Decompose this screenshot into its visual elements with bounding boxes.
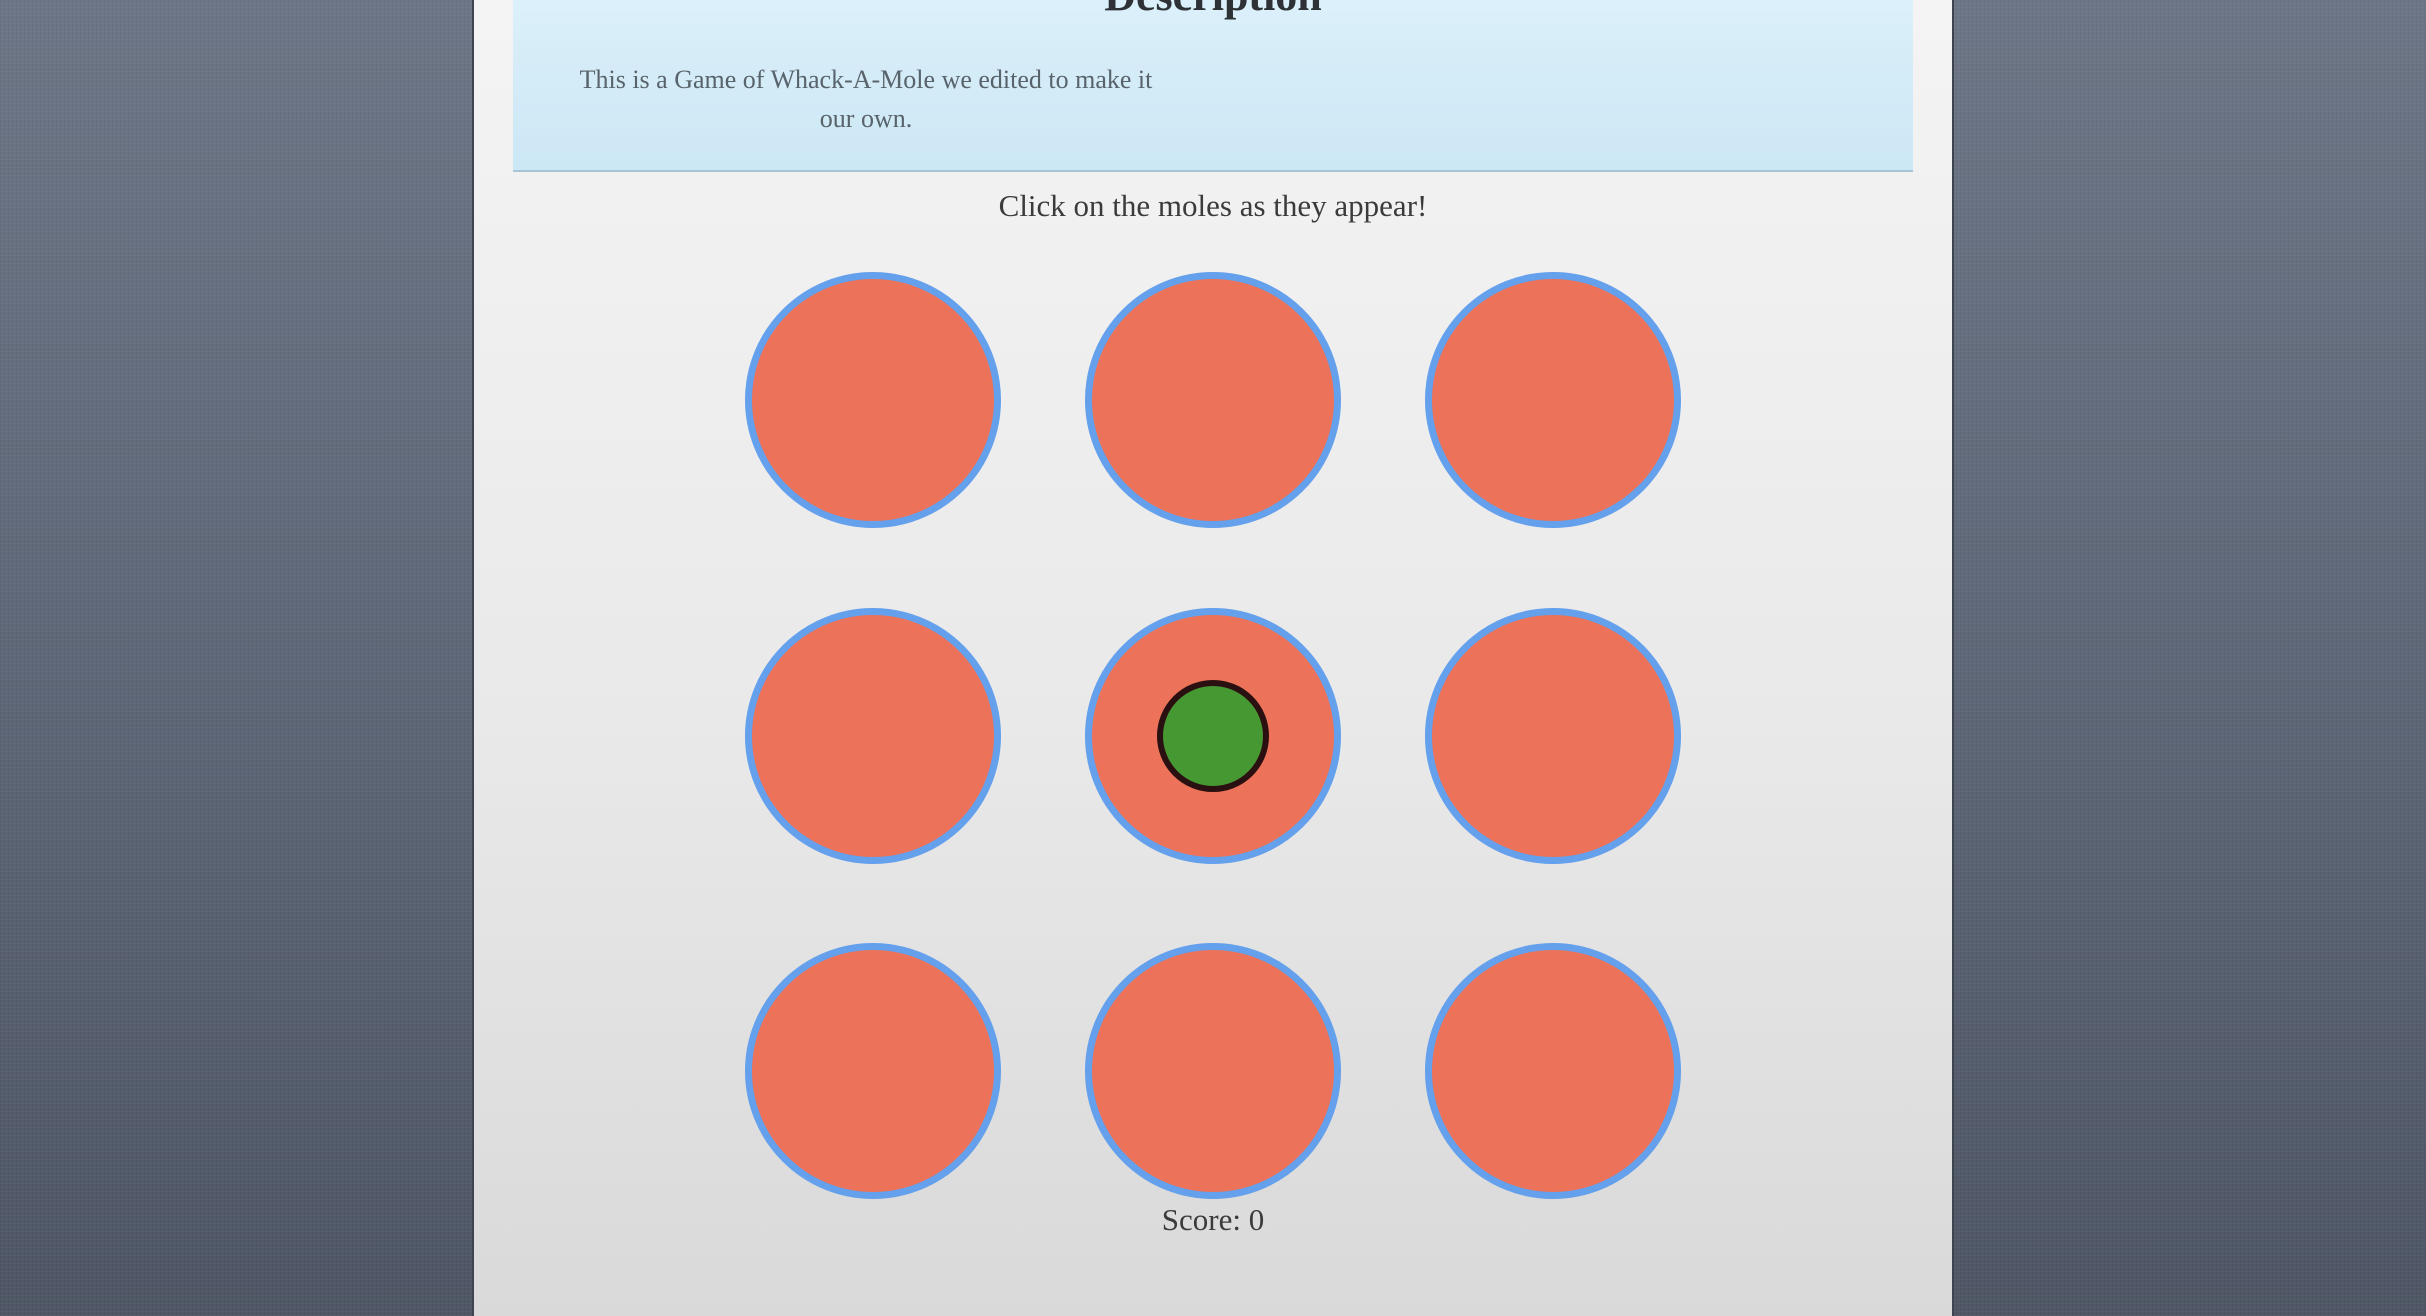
hole-7[interactable] bbox=[745, 943, 1001, 1199]
hole-5[interactable] bbox=[1085, 608, 1341, 864]
game-instructions: Click on the moles as they appear! bbox=[998, 188, 1428, 223]
description-panel: Description This is a Game of Whack-A-Mo… bbox=[513, 0, 1913, 172]
description-text: This is a Game of Whack-A-Mole we edited… bbox=[579, 65, 1153, 133]
hole-6[interactable] bbox=[1425, 608, 1681, 864]
hole-9[interactable] bbox=[1425, 943, 1681, 1199]
score-display: Score: 0 bbox=[1161, 1202, 1265, 1237]
hole-8[interactable] bbox=[1085, 943, 1341, 1199]
game-page: Description This is a Game of Whack-A-Mo… bbox=[472, 0, 1954, 1316]
hole-2[interactable] bbox=[1085, 272, 1341, 528]
mole[interactable] bbox=[1157, 680, 1269, 792]
hole-3[interactable] bbox=[1425, 272, 1681, 528]
hole-4[interactable] bbox=[745, 608, 1001, 864]
hole-1[interactable] bbox=[745, 272, 1001, 528]
description-title: Description bbox=[513, 0, 1913, 20]
